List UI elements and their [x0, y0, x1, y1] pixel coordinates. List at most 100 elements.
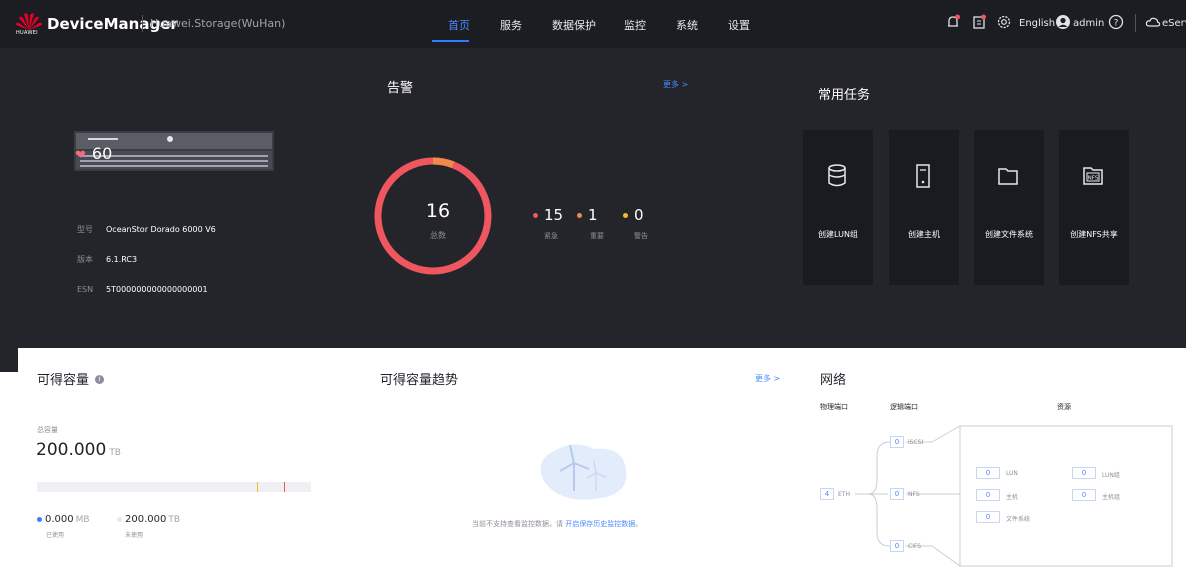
nfs-label: NFS [908, 491, 920, 498]
alarm-warning[interactable]: 0 [623, 206, 644, 224]
free-capacity-value: 200.000 [125, 514, 167, 525]
language-switch[interactable]: English [1019, 18, 1055, 29]
alarm-major-count: 1 [588, 206, 598, 224]
nav-system[interactable]: 系统 [676, 17, 698, 33]
nav-home[interactable]: 首页 [448, 17, 470, 33]
esn-value: 5T000000000000000001 [106, 285, 208, 294]
header-divider [1135, 14, 1136, 32]
task-create-lun-group[interactable]: 创建LUN组 [803, 130, 873, 285]
page-edge-strip [0, 348, 18, 372]
trend-panel-title: 可得容量趋势 [380, 373, 459, 388]
total-capacity-value: 200.000 [36, 440, 107, 460]
enable-history-link[interactable]: 开启保存历史监控数据 [565, 520, 635, 528]
alarm-warning-label: 警告 [634, 232, 648, 240]
task-create-file-system[interactable]: 创建文件系统 [974, 130, 1044, 285]
esn-label: ESN [77, 285, 94, 294]
health-score-value: 60 [91, 144, 113, 163]
alarm-major[interactable]: 1 [577, 206, 598, 224]
model-label: 型号 [77, 225, 93, 234]
trend-empty-message: 当前不支持查看监控数据，请 开启保存历史监控数据。 [472, 519, 642, 529]
top-navigation-bar: HUAWEI DeviceManager Huawei.Storage(WuHa… [0, 0, 1186, 48]
device-name: Huawei.Storage(WuHan) [150, 17, 286, 30]
iscsi-count[interactable]: 0 [890, 436, 904, 448]
capacity-usage-bar [37, 482, 311, 492]
free-capacity-label: 未使用 [125, 532, 144, 539]
dashboard-overview: ❤ 60 型号 OceanStor Dorado 6000 V6 版本 6.1.RC3… [0, 48, 1186, 348]
task-label: 创建NFS共享 [1070, 230, 1118, 239]
total-capacity-unit: TB [109, 448, 121, 458]
total-capacity-label: 总容量 [37, 426, 58, 434]
alarm-bell-icon[interactable] [945, 14, 961, 30]
device-model-row: 型号 OceanStor Dorado 6000 V6 [77, 224, 216, 235]
gear-icon[interactable] [996, 14, 1012, 30]
host-label: 主机 [1006, 494, 1019, 501]
title-divider [142, 15, 143, 32]
active-nav-indicator [432, 40, 469, 42]
alarm-panel-title: 告警 [387, 81, 414, 96]
eservice-link[interactable]: eServ [1162, 18, 1186, 29]
free-dot-icon [117, 516, 122, 522]
file-system-count[interactable]: 0 [976, 511, 1000, 523]
alarm-total-count: 16 [425, 200, 451, 222]
server-icon [916, 164, 930, 188]
device-version-row: 版本 6.1.RC3 [77, 254, 137, 265]
help-icon[interactable]: ? [1108, 14, 1124, 30]
task-create-host[interactable]: 创建主机 [889, 130, 959, 285]
trend-empty-end: 。 [635, 520, 643, 528]
alarm-critical[interactable]: 15 [533, 206, 563, 224]
used-dot-icon [37, 516, 42, 522]
eth-label: ETH [838, 491, 850, 498]
task-list-icon[interactable] [971, 14, 987, 30]
task-label: 创建文件系统 [985, 230, 1033, 239]
info-icon[interactable]: i [95, 375, 104, 384]
model-value: OceanStor Dorado 6000 V6 [106, 225, 216, 234]
major-dot-icon [577, 213, 582, 218]
host-group-count[interactable]: 0 [1072, 489, 1096, 501]
alarm-critical-label: 紧急 [544, 232, 558, 240]
alarm-critical-count: 15 [544, 206, 564, 224]
free-capacity: 200.000 TB [117, 514, 180, 525]
nav-settings[interactable]: 设置 [728, 17, 750, 33]
eth-count[interactable]: 4 [820, 488, 834, 500]
trend-empty-text: 当前不支持查看监控数据，请 [472, 520, 563, 528]
used-capacity-value: 0.000 [45, 514, 74, 525]
physical-port-header: 物理端口 [820, 403, 848, 411]
lun-group-count[interactable]: 0 [1072, 467, 1096, 479]
user-name[interactable]: admin [1073, 18, 1104, 29]
task-label: 创建主机 [908, 230, 940, 239]
warning-dot-icon [623, 213, 628, 218]
cloud-icon[interactable] [1145, 14, 1161, 30]
capacity-threshold-2 [284, 482, 285, 492]
used-capacity: 0.000 MB [37, 514, 90, 525]
logical-port-header: 逻辑端口 [890, 403, 918, 411]
device-esn-row: ESN 5T000000000000000001 [77, 285, 208, 294]
version-value: 6.1.RC3 [106, 255, 138, 264]
nfs-count[interactable]: 0 [890, 488, 904, 500]
cifs-count[interactable]: 0 [890, 540, 904, 552]
huawei-logo-text: HUAWEI [16, 30, 38, 36]
total-capacity: 200.000 TB [36, 440, 121, 460]
iscsi-label: iSCSI [908, 439, 924, 446]
user-avatar-icon[interactable] [1055, 14, 1071, 30]
alarm-total-label: 总数 [430, 231, 446, 240]
alarm-warning-count: 0 [634, 206, 644, 224]
lun-group-label: LUN组 [1102, 472, 1120, 479]
version-label: 版本 [77, 255, 93, 264]
used-capacity-unit: MB [75, 515, 90, 525]
used-capacity-label: 已使用 [46, 532, 65, 539]
wind-turbine-illustration [540, 444, 627, 500]
cifs-label: CIFS [908, 543, 922, 550]
critical-dot-icon [533, 213, 538, 218]
nav-monitoring[interactable]: 监控 [624, 17, 646, 33]
nav-service[interactable]: 服务 [500, 17, 522, 33]
nfs-badge-text: NFS [1088, 176, 1099, 182]
database-icon [828, 164, 846, 187]
nav-data-protection[interactable]: 数据保护 [552, 17, 596, 33]
trend-more-link[interactable]: 更多 > [755, 373, 780, 384]
alarm-more-link[interactable]: 更多 > [663, 79, 688, 90]
host-count[interactable]: 0 [976, 489, 1000, 501]
alarm-ring-major-segment [432, 157, 455, 169]
lun-count[interactable]: 0 [976, 467, 1000, 479]
host-group-label: 主机组 [1102, 494, 1121, 501]
task-create-nfs-share[interactable]: NFS 创建NFS共享 [1059, 130, 1129, 285]
